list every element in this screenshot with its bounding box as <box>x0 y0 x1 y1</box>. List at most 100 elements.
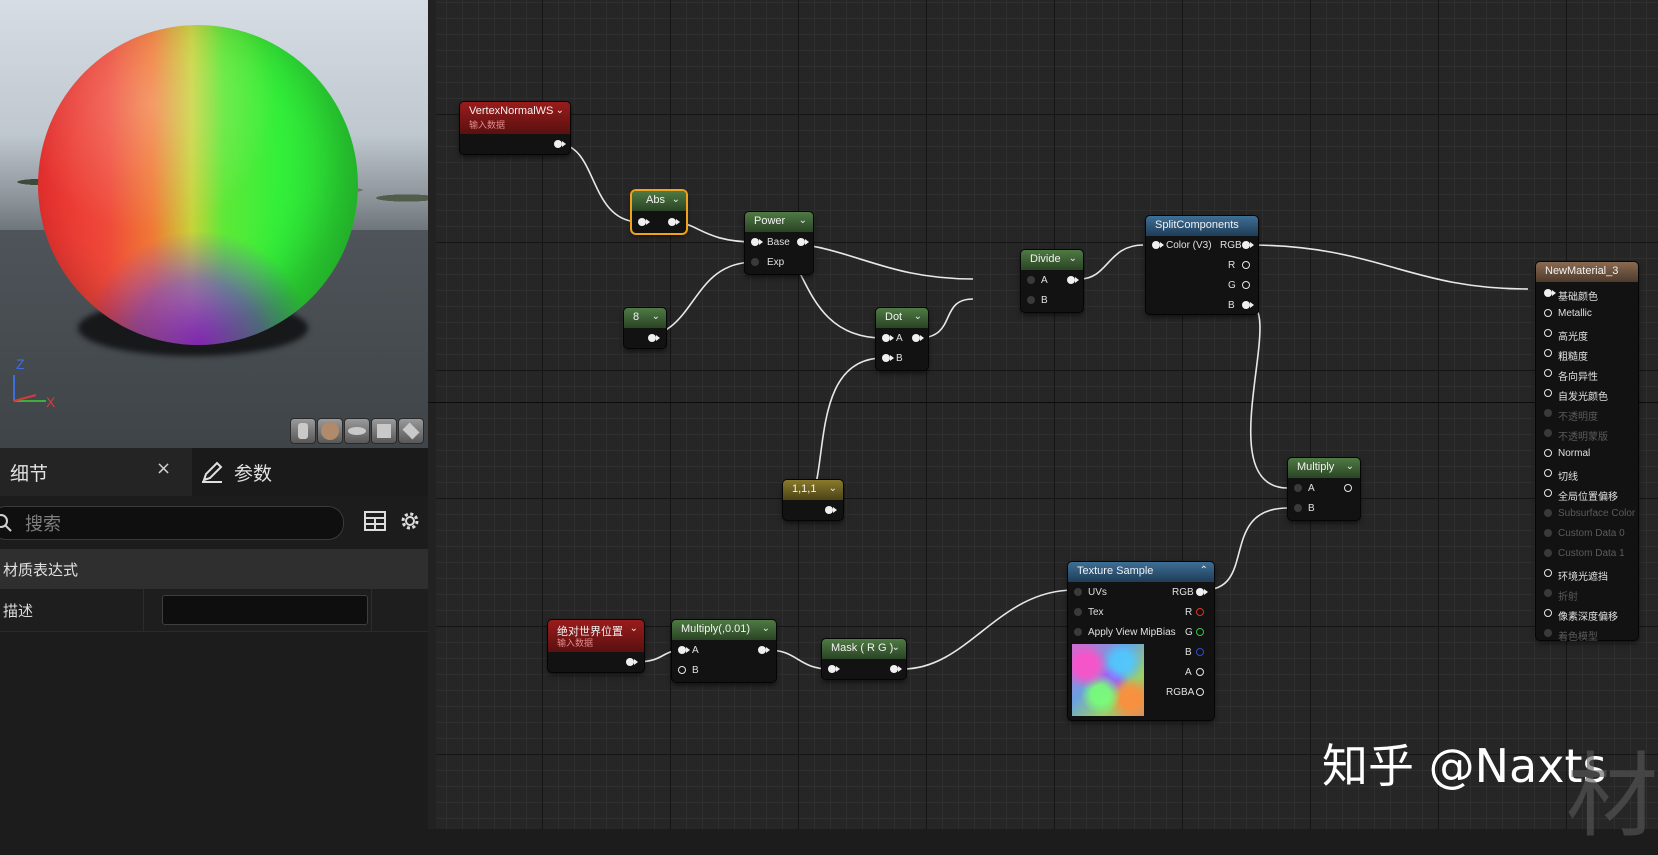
input-pin-b[interactable] <box>1027 296 1035 304</box>
material-input-pin[interactable] <box>1544 569 1552 577</box>
output-pin[interactable] <box>825 506 837 514</box>
material-input-pin[interactable] <box>1544 549 1552 557</box>
node-power[interactable]: Power ⌄ Base Exp <box>745 212 813 274</box>
input-pin[interactable] <box>638 218 650 226</box>
node-split-components[interactable]: SplitComponents Color (V3) RGB R G B <box>1146 216 1258 314</box>
chevron-down-icon[interactable]: ⌄ <box>1346 461 1354 472</box>
sphere-preview-button[interactable] <box>317 418 343 444</box>
material-input-pin[interactable] <box>1544 329 1552 337</box>
node-constant-111[interactable]: 1,1,1 ⌄ <box>783 480 843 520</box>
node-absolute-world-position[interactable]: 绝对世界位置 输入数据 ⌄ <box>548 620 644 672</box>
output-pin-rgb[interactable] <box>1242 241 1254 249</box>
material-input-pin[interactable] <box>1544 309 1552 317</box>
search-input[interactable] <box>23 507 327 541</box>
cube-preview-button[interactable] <box>371 418 397 444</box>
pin-label: G <box>1185 627 1193 638</box>
chevron-down-icon[interactable]: ⌄ <box>829 483 837 494</box>
material-input-pin[interactable] <box>1544 489 1552 497</box>
chevron-down-icon[interactable]: ⌄ <box>762 623 770 634</box>
material-input-pin[interactable] <box>1544 289 1556 297</box>
output-pin[interactable] <box>797 238 809 246</box>
material-input-pin[interactable] <box>1544 389 1552 397</box>
node-abs[interactable]: Abs ⌄ <box>632 191 686 233</box>
material-input-pin[interactable] <box>1544 589 1552 597</box>
input-pin-a[interactable] <box>882 334 894 342</box>
output-pin-rgb[interactable] <box>1196 588 1208 596</box>
output-pin-g[interactable] <box>1242 281 1250 289</box>
output-pin[interactable] <box>1344 484 1352 492</box>
node-vertex-normal-ws[interactable]: VertexNormalWS 输入数据 ⌄ <box>460 102 570 154</box>
node-header: 8 ⌄ <box>624 308 666 328</box>
tab-details[interactable]: 细节 × <box>0 448 192 496</box>
material-input-pin[interactable] <box>1544 469 1552 477</box>
tab-parameters[interactable]: 参数 <box>200 448 272 496</box>
material-input-pin[interactable] <box>1544 449 1552 457</box>
input-pin-a[interactable] <box>678 646 690 654</box>
output-pin[interactable] <box>758 646 770 654</box>
node-multiply[interactable]: Multiply ⌄ A B <box>1288 458 1360 520</box>
output-pin-r[interactable] <box>1242 261 1250 269</box>
output-pin-b[interactable] <box>1196 648 1204 656</box>
input-pin-b[interactable] <box>882 354 894 362</box>
material-input-pin[interactable] <box>1544 429 1552 437</box>
chevron-down-icon[interactable]: ⌄ <box>556 105 564 116</box>
material-input-pin[interactable] <box>1544 629 1552 637</box>
material-input-pin[interactable] <box>1544 609 1552 617</box>
chevron-down-icon[interactable]: ⌄ <box>1069 253 1077 264</box>
material-input-pin[interactable] <box>1544 369 1552 377</box>
chevron-down-icon[interactable]: ⌄ <box>892 642 900 653</box>
chevron-down-icon[interactable]: ⌄ <box>672 194 680 205</box>
table-view-icon[interactable] <box>364 510 386 532</box>
input-pin[interactable] <box>828 665 840 673</box>
output-pin[interactable] <box>668 218 680 226</box>
node-material-result[interactable]: NewMaterial_3 基础颜色 Metallic 高光度 粗糙度 各向异性 自发光颜… <box>1536 262 1638 643</box>
output-pin[interactable] <box>890 665 902 673</box>
output-pin[interactable] <box>1067 276 1079 284</box>
output-pin-rgba[interactable] <box>1196 688 1204 696</box>
custom-mesh-preview-button[interactable] <box>398 418 424 444</box>
output-pin[interactable] <box>626 658 638 666</box>
input-pin-base[interactable] <box>751 238 763 246</box>
input-pin-uvs[interactable] <box>1074 588 1082 596</box>
input-pin-mipbias[interactable] <box>1074 628 1082 636</box>
chevron-down-icon[interactable]: ⌄ <box>630 623 638 634</box>
output-pin-r[interactable] <box>1196 608 1204 616</box>
material-preview-viewport[interactable]: Z X <box>0 0 428 448</box>
input-pin-tex[interactable] <box>1074 608 1082 616</box>
material-input-pin[interactable] <box>1544 349 1552 357</box>
input-pin-color[interactable] <box>1152 241 1164 249</box>
material-input-pin[interactable] <box>1544 529 1552 537</box>
output-pin[interactable] <box>912 334 924 342</box>
input-pin-b[interactable] <box>678 666 686 674</box>
search-box[interactable] <box>0 506 344 541</box>
node-mask-rg[interactable]: Mask ( R G ) ⌄ <box>822 639 906 679</box>
chevron-down-icon[interactable]: ⌄ <box>799 215 807 226</box>
pin-label: A <box>692 645 699 656</box>
chevron-down-icon[interactable]: ⌄ <box>914 311 922 322</box>
node-divide[interactable]: Divide ⌄ A B <box>1021 250 1083 312</box>
material-input-pin[interactable] <box>1544 509 1552 517</box>
input-pin-a[interactable] <box>1027 276 1035 284</box>
input-pin-a[interactable] <box>1294 484 1302 492</box>
plane-preview-button[interactable] <box>344 418 370 444</box>
section-material-expression[interactable]: 材质表达式 <box>0 549 428 589</box>
material-graph-canvas[interactable]: VertexNormalWS 输入数据 ⌄ Abs ⌄ Power ⌄ Base… <box>428 0 1658 829</box>
output-pin-b[interactable] <box>1242 301 1254 309</box>
output-pin[interactable] <box>648 334 660 342</box>
output-pin-g[interactable] <box>1196 628 1204 636</box>
material-input-pin[interactable] <box>1544 409 1552 417</box>
output-pin-a[interactable] <box>1196 668 1204 676</box>
description-input[interactable] <box>162 595 368 625</box>
node-texture-sample[interactable]: Texture Sample ⌃ UVs Tex Apply View MipB… <box>1068 562 1214 720</box>
output-pin[interactable] <box>554 140 566 148</box>
input-pin-b[interactable] <box>1294 504 1302 512</box>
close-icon[interactable]: × <box>156 458 171 479</box>
chevron-up-icon[interactable]: ⌃ <box>1200 565 1208 576</box>
cylinder-preview-button[interactable] <box>290 418 316 444</box>
gear-icon[interactable] <box>398 509 422 533</box>
input-pin-exp[interactable] <box>751 258 759 266</box>
chevron-down-icon[interactable]: ⌄ <box>652 311 660 322</box>
node-multiply-001[interactable]: Multiply(,0.01) ⌄ A B <box>672 620 776 682</box>
node-dot[interactable]: Dot ⌄ A B <box>876 308 928 370</box>
node-constant-8[interactable]: 8 ⌄ <box>624 308 666 348</box>
